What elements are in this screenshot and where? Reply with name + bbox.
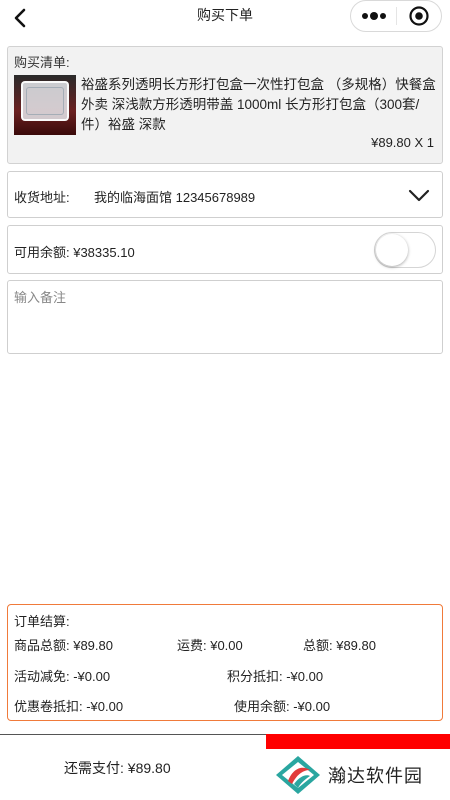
brand-logo-icon: [276, 755, 320, 794]
use-balance-toggle[interactable]: [374, 232, 436, 268]
address-value: 我的临海面馆 12345678989: [94, 190, 256, 205]
balance-used: 使用余额: -¥0.00: [234, 699, 331, 714]
balance-row: 可用余额: ¥38335.10: [7, 225, 443, 274]
more-button[interactable]: [351, 1, 396, 31]
product-thumbnail[interactable]: [14, 75, 76, 135]
target-circle-icon: [409, 6, 429, 26]
submit-button[interactable]: [266, 734, 450, 749]
promo-discount: 活动减免: -¥0.00: [14, 669, 111, 684]
coupon-deduction: 优惠卷抵扣: -¥0.00: [14, 699, 124, 714]
order-summary: 订单结算: 商品总额: ¥89.80 运费: ¥0.00 总额: ¥89.80 …: [7, 604, 443, 721]
product-image-inner: [26, 87, 64, 115]
points-deduction: 积分抵扣: -¥0.00: [227, 669, 324, 684]
address-label: 收货地址:: [14, 190, 70, 205]
purchase-list-heading: 购买清单:: [14, 55, 70, 70]
address-selector[interactable]: 收货地址: 我的临海面馆 12345678989: [7, 171, 443, 218]
balance-label: 可用余额: ¥38335.10: [14, 245, 135, 260]
product-price-qty: ¥89.80 X 1: [371, 135, 434, 150]
more-dots-icon: [361, 12, 386, 20]
bottom-divider: [0, 734, 266, 735]
order-total: 总额: ¥89.80: [303, 638, 376, 653]
purchase-list-card: 购买清单: 裕盛系列透明长方形打包盒一次性打包盒 （多规格）快餐盒 外卖 深浅款…: [7, 46, 443, 164]
chevron-down-icon: [408, 189, 430, 202]
nav-bar: 购买下单: [0, 0, 450, 44]
amount-due: 还需支付: ¥89.80: [64, 760, 171, 776]
shipping-fee: 运费: ¥0.00: [177, 638, 243, 653]
mini-program-capsule: [350, 0, 442, 32]
bottom-bar: 还需支付: ¥89.80 瀚达软件园: [0, 734, 450, 800]
remark-input[interactable]: [7, 280, 443, 354]
goods-total: 商品总额: ¥89.80: [14, 638, 113, 653]
brand-watermark: 瀚达软件园: [266, 749, 450, 800]
product-name: 裕盛系列透明长方形打包盒一次性打包盒 （多规格）快餐盒 外卖 深浅款方形透明带盖…: [81, 77, 436, 132]
brand-name: 瀚达软件园: [328, 765, 423, 787]
toggle-knob: [376, 234, 408, 266]
close-mini-program-button[interactable]: [397, 1, 441, 31]
summary-heading: 订单结算:: [14, 614, 70, 629]
